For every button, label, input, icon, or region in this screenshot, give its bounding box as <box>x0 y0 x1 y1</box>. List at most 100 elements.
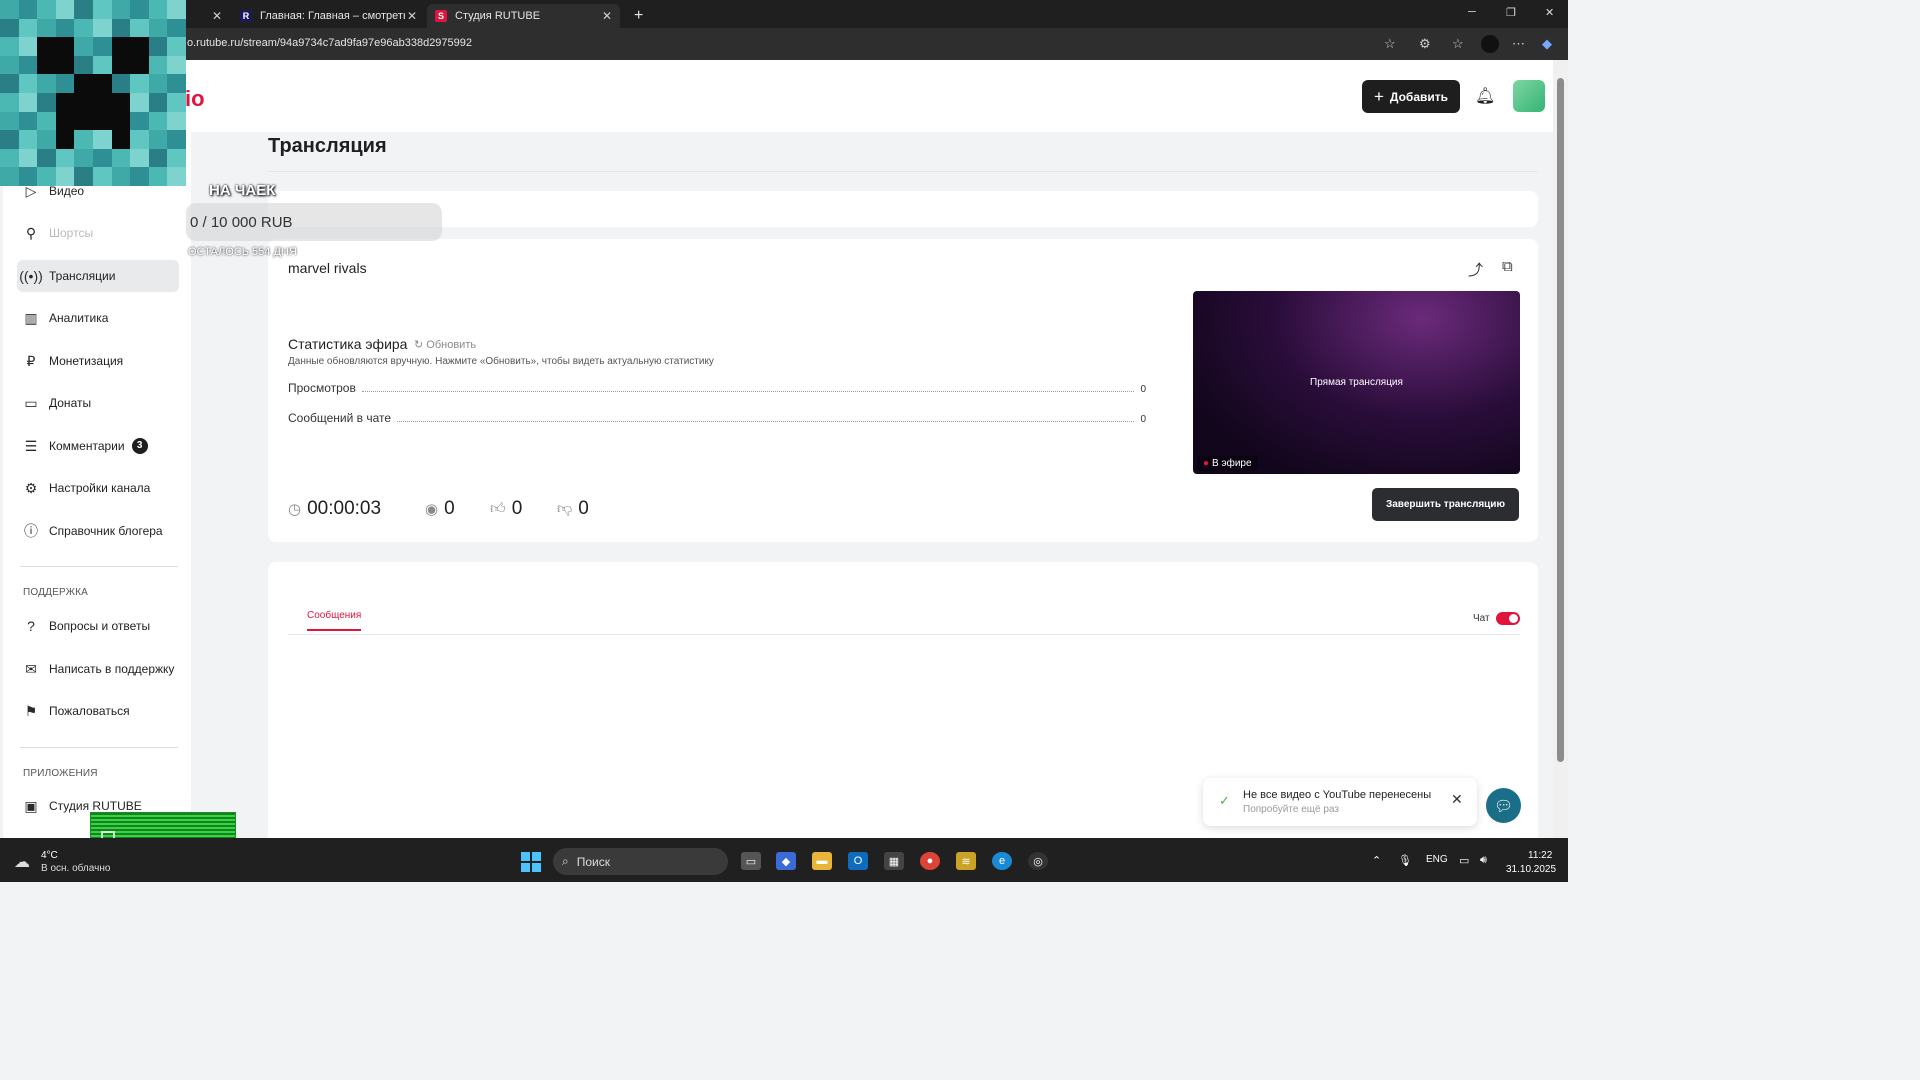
tab-close-icon[interactable]: ✕ <box>212 9 222 23</box>
file-explorer-icon[interactable]: ▬ <box>812 852 832 870</box>
app-icon[interactable]: ≋ <box>956 852 976 870</box>
shorts-icon: ⚲ <box>25 224 37 241</box>
windows-start-icon[interactable] <box>521 852 541 872</box>
toast-close-icon[interactable]: ✕ <box>1451 791 1463 808</box>
copilot-icon[interactable]: ◆ <box>1542 36 1552 52</box>
page-scrollbar[interactable] <box>1553 60 1568 838</box>
chat-toggle[interactable] <box>1496 612 1520 625</box>
sidebar-item-faq[interactable]: ? Вопросы и ответы <box>17 610 179 642</box>
chrome-icon[interactable]: ● <box>920 852 940 870</box>
store-icon[interactable]: ▦ <box>884 852 904 870</box>
favorites-icon[interactable]: ☆ <box>1452 36 1464 52</box>
sidebar-item-shorts[interactable]: ⚲ Шортсы <box>17 217 179 249</box>
sidebar-item-analytics[interactable]: ▥ Аналитика <box>17 302 179 334</box>
pixel <box>111 93 131 112</box>
page-header: io + Добавить 🔔︎ <box>3 60 1553 132</box>
pixel <box>130 130 149 149</box>
window-close-icon[interactable]: ✕ <box>1545 6 1554 19</box>
pixel <box>18 74 38 93</box>
ruble-icon: ₽ <box>26 352 36 369</box>
m365-icon[interactable]: ◆ <box>776 852 796 870</box>
edge-icon[interactable]: e <box>992 852 1012 870</box>
stat-row-views: Просмотров 0 <box>288 379 1146 395</box>
thumbs-down-icon: 👎︎ <box>557 500 573 517</box>
toast-retry-link[interactable]: Попробуйте ещё раз <box>1243 804 1339 815</box>
weather-description[interactable]: В осн. облачно <box>41 863 110 874</box>
question-icon: ? <box>27 618 35 634</box>
pixel <box>18 0 38 19</box>
support-chat-button[interactable]: 💬︎ <box>1486 788 1521 823</box>
network-icon[interactable]: ▭ <box>1459 854 1469 867</box>
comment-icon: ☰ <box>24 437 38 454</box>
studio-favicon-icon: S <box>435 10 447 22</box>
sidebar-item-contact-support[interactable]: ✉ Написать в поддержку <box>17 653 179 685</box>
stream-preview[interactable]: Прямая трансляция ● В эфире <box>1193 291 1520 474</box>
pixel <box>0 167 19 186</box>
extensions-icon[interactable]: ⚙ <box>1419 36 1431 52</box>
clock-date[interactable]: 31.10.2025 <box>1506 864 1556 875</box>
sidebar-item-monetization[interactable]: ₽ Монетизация <box>17 345 179 377</box>
flag-icon: ⚑ <box>24 702 38 719</box>
restore-icon[interactable]: ❐ <box>1506 6 1516 19</box>
app-icon-2[interactable]: ◎ <box>1028 852 1048 870</box>
tab-close-icon[interactable]: ✕ <box>407 9 417 23</box>
refresh-stats-button[interactable]: ↻ Обновить <box>414 338 476 351</box>
pixel <box>93 111 112 131</box>
pixel <box>93 74 112 93</box>
weather-temperature[interactable]: 4°C <box>41 850 58 861</box>
end-stream-button[interactable]: Завершить трансляцию <box>1372 488 1519 521</box>
clock-time[interactable]: 11:22 <box>1528 850 1552 861</box>
browser-tab-2[interactable]: R Главная: Главная – смотреть он ✕ <box>232 4 425 28</box>
user-avatar[interactable] <box>1513 80 1545 112</box>
volume-icon[interactable]: 🔊︎ <box>1480 854 1487 867</box>
pixel <box>74 0 93 19</box>
microphone-icon[interactable]: 🎙︎ <box>1398 854 1412 867</box>
pixel <box>93 148 112 168</box>
profile-avatar[interactable] <box>1481 35 1499 53</box>
sidebar-item-donations[interactable]: ▭ Донаты <box>17 387 179 419</box>
pixel <box>93 93 112 112</box>
new-tab-button[interactable]: + <box>626 4 648 28</box>
tray-chevron-icon[interactable]: ⌃ <box>1372 854 1381 867</box>
sidebar-item-label: Студия RUTUBE <box>49 799 142 813</box>
url-field[interactable]: o.rutube.ru/stream/94a9734c7ad9fa97e96ab… <box>187 37 472 49</box>
taskbar-search[interactable]: ⌕ Поиск <box>553 848 728 875</box>
goal-amount: 0 / 10 000 RUB <box>190 214 293 231</box>
stats-title: Статистика эфира <box>288 336 408 352</box>
task-view-icon[interactable]: ▭ <box>741 852 761 870</box>
minimize-icon[interactable]: ─ <box>1468 6 1476 18</box>
sidebar-item-report[interactable]: ⚑ Пожаловаться <box>17 695 179 727</box>
studio-logo[interactable]: io <box>185 86 205 112</box>
dislikes-value: 0 <box>578 498 589 519</box>
browser-tab-3[interactable]: S Студия RUTUBE ✕ <box>427 4 620 28</box>
pixel <box>55 130 75 149</box>
language-indicator[interactable]: ENG <box>1426 854 1448 865</box>
outlook-icon[interactable]: O <box>848 852 868 870</box>
sidebar-item-channel-settings[interactable]: ⚙ Настройки канала <box>17 472 179 504</box>
share-icon[interactable]: ⤴ <box>1468 259 1483 280</box>
pixel <box>37 167 56 186</box>
pixel <box>111 0 131 19</box>
notifications-bell-icon[interactable]: 🔔︎ <box>1475 86 1495 106</box>
sidebar-item-blogger-guide[interactable]: ⓘ Справочник блогера <box>17 515 179 547</box>
sidebar-item-broadcasts[interactable]: ((•)) Трансляции <box>17 260 179 292</box>
thumbs-up-icon: 👍︎ <box>490 500 506 517</box>
open-external-icon[interactable]: ⧉ <box>1502 258 1513 275</box>
browser-tab-1[interactable]: ✕ <box>186 4 230 28</box>
scrollbar-thumb[interactable] <box>1557 78 1564 762</box>
more-menu-icon[interactable]: ⋯ <box>1512 36 1525 52</box>
pixel <box>167 167 186 186</box>
pixel <box>0 55 19 75</box>
pixel <box>0 18 19 38</box>
pixel <box>111 55 131 75</box>
tab-close-icon[interactable]: ✕ <box>602 9 612 23</box>
sidebar-item-label: Трансляции <box>49 269 116 283</box>
add-button[interactable]: + Добавить <box>1362 80 1460 113</box>
pixel <box>111 148 131 168</box>
pixel <box>37 0 56 19</box>
tab-messages[interactable]: Сообщения <box>307 610 362 631</box>
pixel <box>148 37 168 56</box>
sidebar-item-comments[interactable]: ☰ Комментарии 3 <box>17 430 179 462</box>
favorite-star-icon[interactable]: ☆ <box>1384 36 1396 52</box>
pixel <box>167 55 186 75</box>
